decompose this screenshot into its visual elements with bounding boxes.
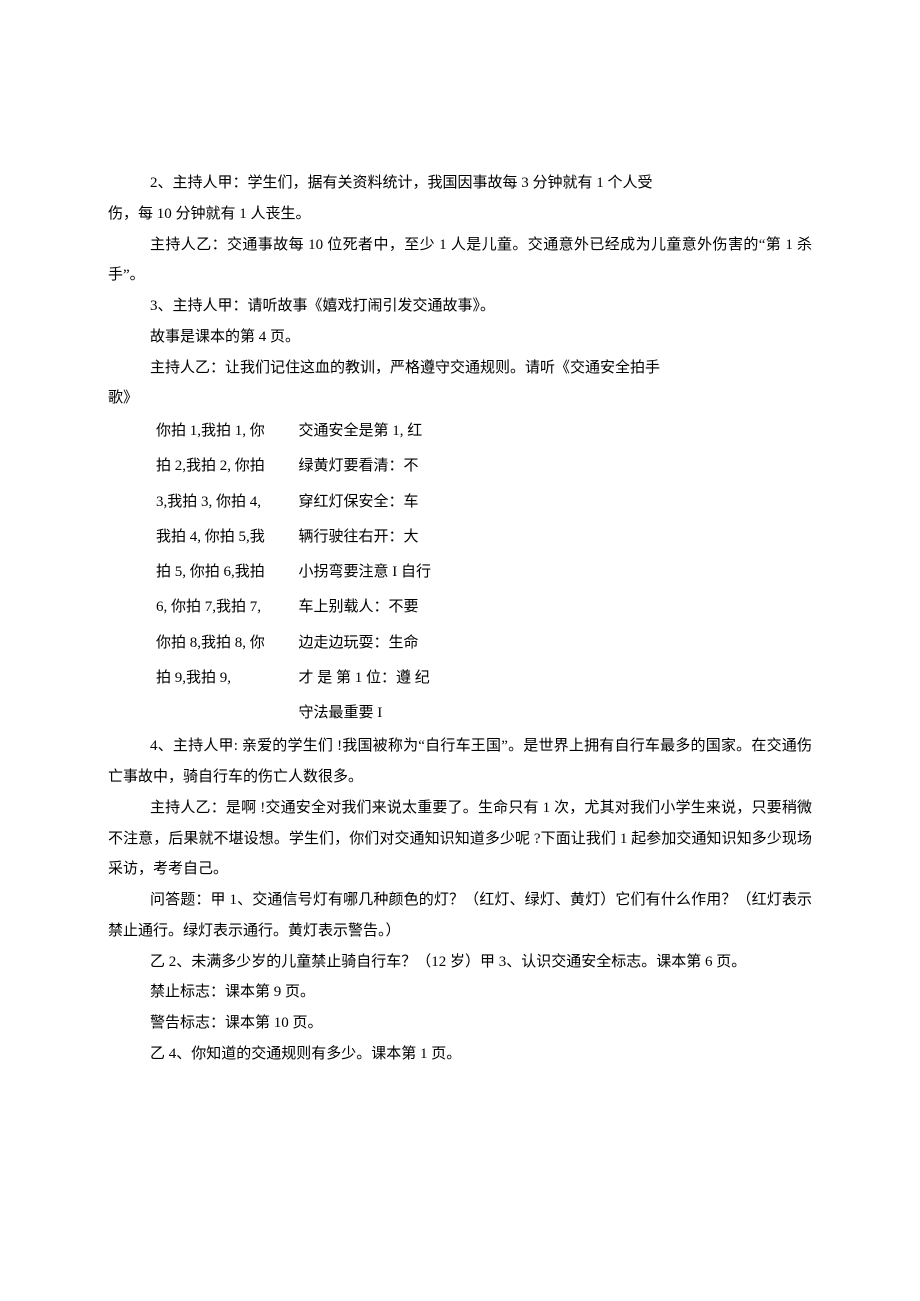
- verse-line: 3,我拍 3, 你拍 4, 穿红灯保安全：车: [156, 485, 812, 520]
- verse-left: 你拍 8,我拍 8, 你: [156, 626, 299, 661]
- verse-right: 守法最重要 I: [299, 696, 813, 731]
- verse-line: 拍 9,我拍 9, 才 是 第 1 位：遵 纪: [156, 661, 812, 696]
- verse-right: 穿红灯保安全：车: [299, 485, 813, 520]
- paragraph: 乙 4、你知道的交通规则有多少。课本第 1 页。: [108, 1039, 812, 1070]
- paragraph: 3、主持人甲：请听故事《嬉戏打闹引发交通故事》。: [108, 291, 812, 322]
- paragraph: 禁止标志：课本第 9 页。: [108, 977, 812, 1008]
- verse-left: 3,我拍 3, 你拍 4,: [156, 485, 299, 520]
- paragraph: 伤，每 10 分钟就有 1 人丧生。: [108, 199, 812, 230]
- verse-right: 绿黄灯要看清：不: [299, 449, 813, 484]
- paragraph: 歌》: [108, 383, 812, 414]
- verse-line: 6, 你拍 7,我拍 7, 车上别载人：不要: [156, 590, 812, 625]
- verse-left: 拍 2,我拍 2, 你拍: [156, 449, 299, 484]
- verse-line: 拍 2,我拍 2, 你拍 绿黄灯要看清：不: [156, 449, 812, 484]
- paragraph: 主持人乙：让我们记住这血的教训，严格遵守交通规则。请听《交通安全拍手: [108, 353, 812, 384]
- verse-line: 拍 5, 你拍 6,我拍 小拐弯要注意 I 自行: [156, 555, 812, 590]
- paragraph: 主持人乙：交通事故每 10 位死者中，至少 1 人是儿童。交通意外已经成为儿童意…: [108, 230, 812, 292]
- verse-block: 你拍 1,我拍 1, 你 交通安全是第 1, 红 拍 2,我拍 2, 你拍 绿黄…: [156, 414, 812, 731]
- verse-left: 6, 你拍 7,我拍 7,: [156, 590, 299, 625]
- paragraph: 乙 2、未满多少岁的儿童禁止骑自行车？（12 岁）甲 3、认识交通安全标志。课本…: [108, 947, 812, 978]
- verse-left: [156, 696, 299, 731]
- verse-left: 拍 5, 你拍 6,我拍: [156, 555, 299, 590]
- verse-line: 你拍 8,我拍 8, 你 边走边玩耍：生命: [156, 626, 812, 661]
- verse-line: 守法最重要 I: [156, 696, 812, 731]
- verse-left: 我拍 4, 你拍 5,我: [156, 520, 299, 555]
- verse-line: 我拍 4, 你拍 5,我 辆行驶往右开：大: [156, 520, 812, 555]
- verse-right: 交通安全是第 1, 红: [299, 414, 813, 449]
- verse-right: 才 是 第 1 位：遵 纪: [299, 661, 813, 696]
- verse-right: 辆行驶往右开：大: [299, 520, 813, 555]
- verse-line: 你拍 1,我拍 1, 你 交通安全是第 1, 红: [156, 414, 812, 449]
- verse-right: 边走边玩耍：生命: [299, 626, 813, 661]
- paragraph: 警告标志：课本第 10 页。: [108, 1008, 812, 1039]
- verse-right: 车上别载人：不要: [299, 590, 813, 625]
- paragraph: 问答题：甲 1、交通信号灯有哪几种颜色的灯？（红灯、绿灯、黄灯）它们有什么作用？…: [108, 885, 812, 947]
- verse-left: 拍 9,我拍 9,: [156, 661, 299, 696]
- document-page: 2、主持人甲：学生们，据有关资料统计，我国因事故每 3 分钟就有 1 个人受 伤…: [0, 0, 920, 1150]
- paragraph: 故事是课本的第 4 页。: [108, 322, 812, 353]
- paragraph: 主持人乙：是啊 !交通安全对我们来说太重要了。生命只有 1 次，尤其对我们小学生…: [108, 793, 812, 885]
- paragraph: 2、主持人甲：学生们，据有关资料统计，我国因事故每 3 分钟就有 1 个人受: [108, 168, 812, 199]
- verse-right: 小拐弯要注意 I 自行: [299, 555, 813, 590]
- verse-left: 你拍 1,我拍 1, 你: [156, 414, 299, 449]
- paragraph: 4、主持人甲: 亲爱的学生们 !我国被称为“自行车王国”。是世界上拥有自行车最多…: [108, 731, 812, 793]
